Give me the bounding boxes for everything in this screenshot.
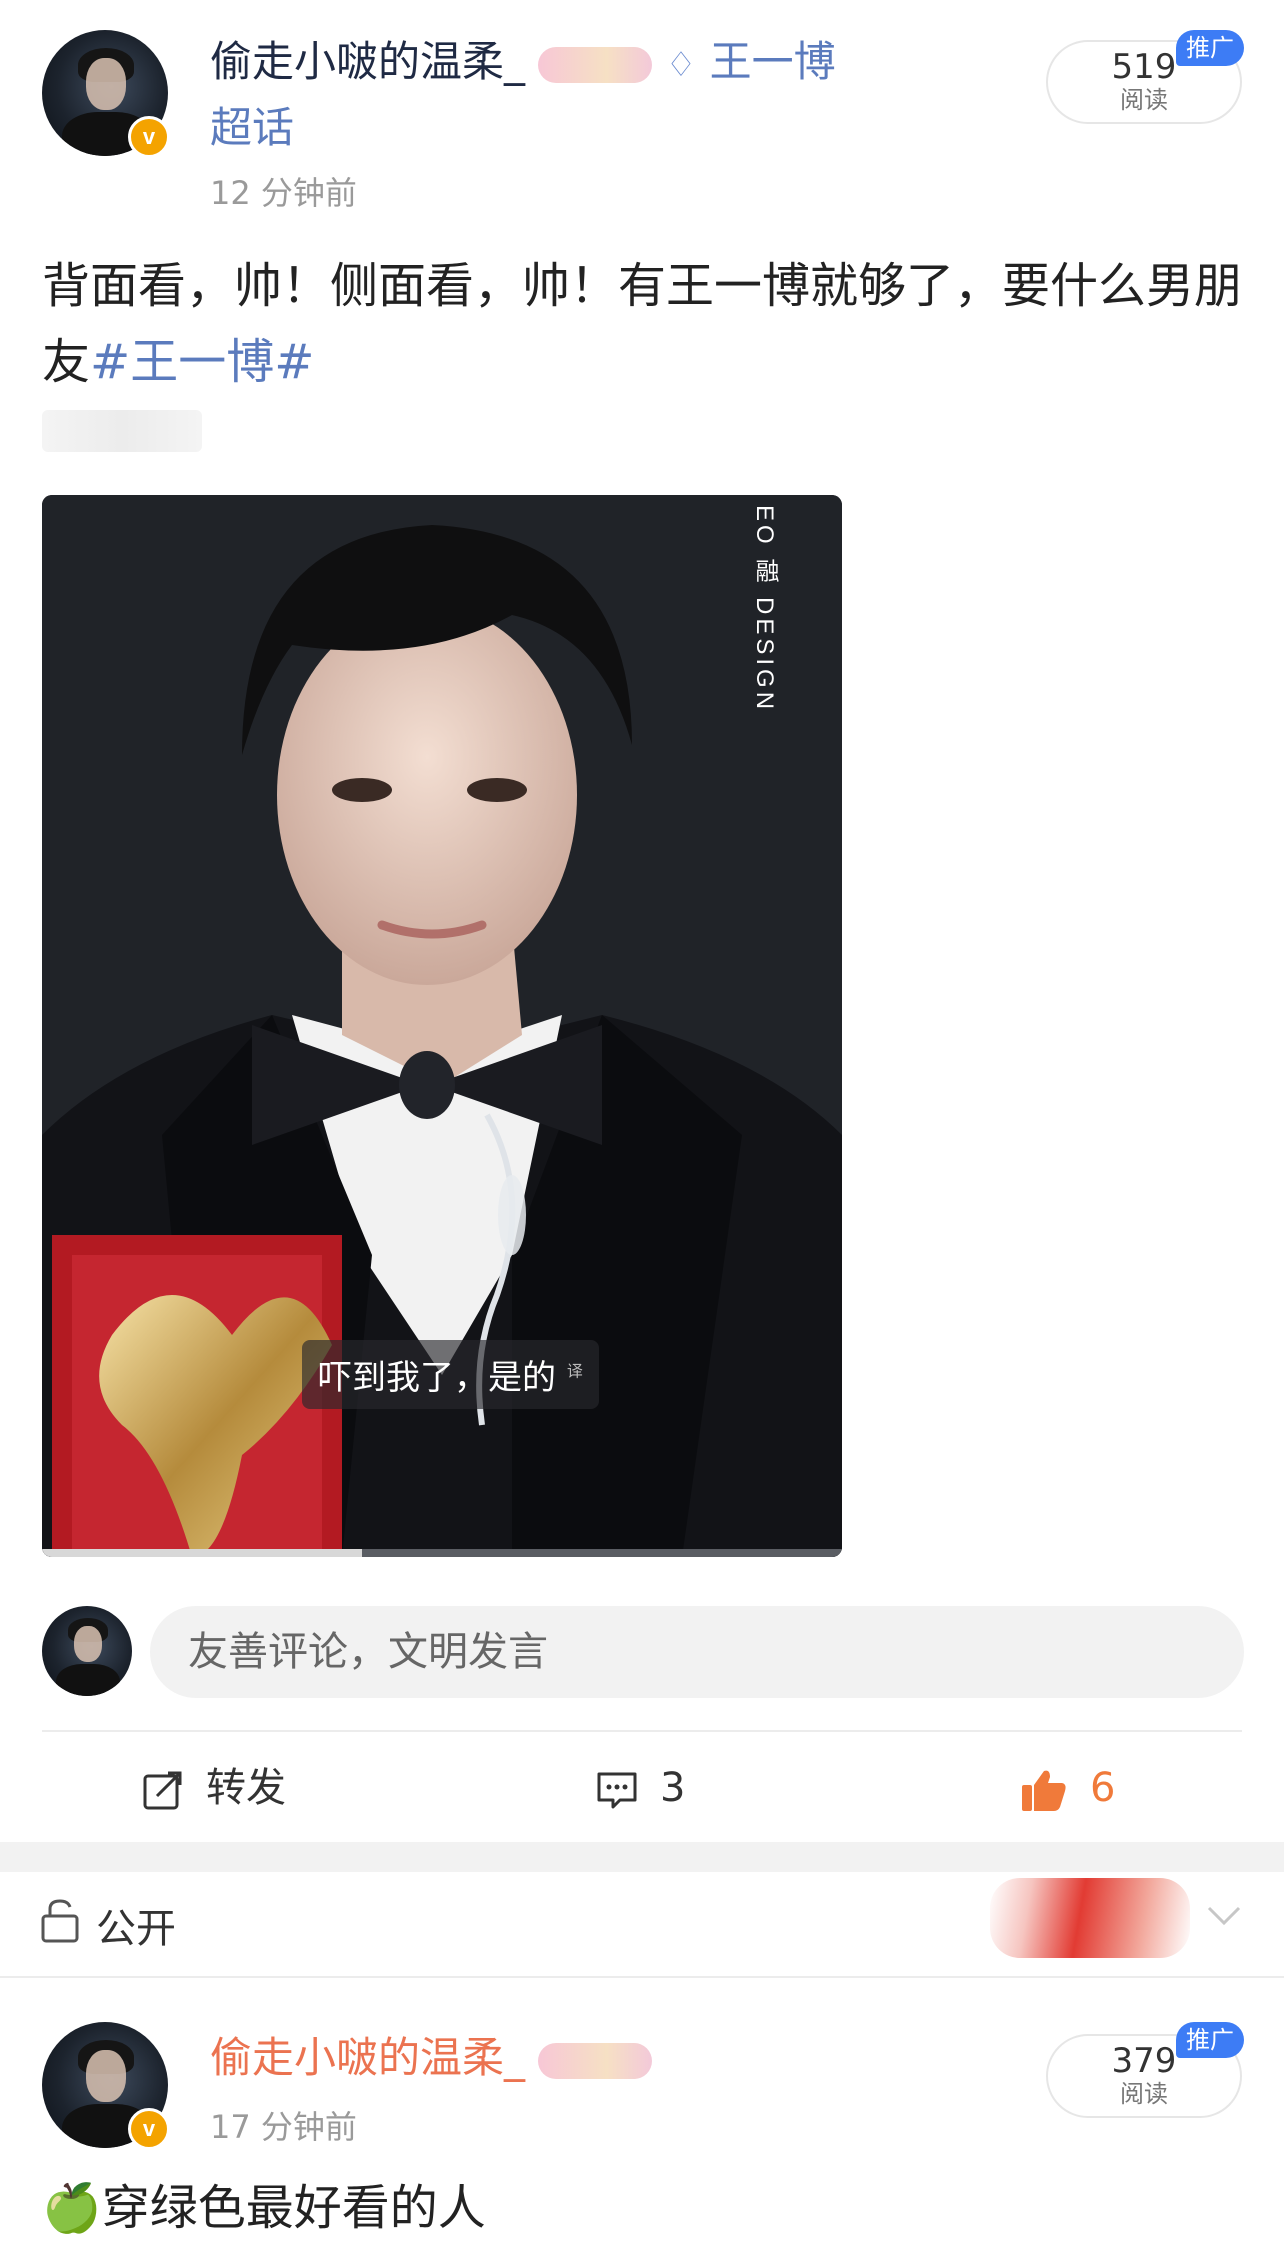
- reads-label: 阅读: [1120, 86, 1168, 114]
- visibility-label[interactable]: 公开: [96, 1896, 176, 1954]
- commenter-avatar: [42, 1606, 132, 1696]
- video-watermark: EO 融 DESIGN: [751, 505, 778, 714]
- chevron-down-icon[interactable]: [1206, 1905, 1242, 1931]
- repost-button[interactable]: 转发: [142, 1756, 286, 1820]
- verified-icon: v: [128, 116, 170, 158]
- promote-badge[interactable]: 推广: [1176, 2022, 1244, 2058]
- reads-label: 阅读: [1120, 2080, 1168, 2108]
- comment-button[interactable]: 3: [596, 1756, 685, 1820]
- post-body: 穿绿色最好看的人: [101, 2180, 486, 2236]
- fan-medal-badge: [538, 2042, 653, 2079]
- subtitle-text: 吓到我了，是的: [318, 1358, 556, 1398]
- divider: [0, 1976, 1284, 1978]
- comment-input[interactable]: 友善评论，文明发言: [150, 1606, 1244, 1698]
- fan-medal-badge: [538, 46, 653, 83]
- like-button[interactable]: 6: [1020, 1756, 1115, 1820]
- redacted-text: [42, 410, 202, 452]
- divider: [42, 1730, 1242, 1732]
- translate-mark: 译: [566, 1361, 583, 1381]
- topic-link-suffix[interactable]: 超话: [210, 100, 294, 156]
- comment-count: 3: [660, 1765, 686, 1811]
- lock-icon: [40, 1898, 80, 1944]
- post-text: 🍏穿绿色最好看的人: [42, 2170, 1252, 2246]
- topic-link[interactable]: 王一博: [710, 37, 836, 86]
- repost-icon: [143, 1771, 182, 1810]
- post-text: 背面看，帅！侧面看，帅！有王一博就够了，要什么男朋友#王一博#: [42, 248, 1252, 400]
- username[interactable]: 偷走小啵的温柔_: [210, 37, 525, 86]
- video-subtitle: 吓到我了，是的 译: [302, 1340, 599, 1409]
- repost-label: 转发: [206, 1765, 286, 1811]
- diamond-icon: ♢: [665, 45, 697, 85]
- like-icon: [1022, 1770, 1066, 1811]
- post-video[interactable]: EO 融 DESIGN 吓到我了，是的 译: [42, 495, 842, 1557]
- post-time: 17 分钟前: [210, 2108, 357, 2146]
- comment-icon: [597, 1772, 637, 1809]
- promote-badge[interactable]: 推广: [1176, 30, 1244, 66]
- verified-icon: v: [128, 2108, 170, 2150]
- hashtag-link[interactable]: #王一博#: [90, 334, 314, 390]
- username[interactable]: 偷走小啵的温柔_: [210, 2033, 525, 2082]
- decorative-banner: [990, 1878, 1190, 1958]
- like-count: 6: [1090, 1765, 1116, 1811]
- green-apple-emoji: 🍏: [42, 2180, 102, 2236]
- section-separator: [0, 1842, 1284, 1872]
- post-time: 12 分钟前: [210, 174, 357, 212]
